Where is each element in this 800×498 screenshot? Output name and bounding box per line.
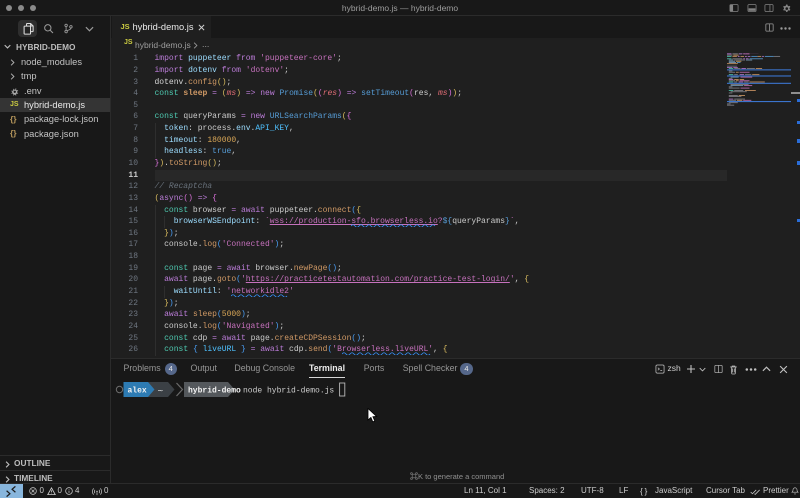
svg-text:hybrid-demo: hybrid-demo bbox=[188, 387, 241, 396]
svg-text:node hybrid-demo.js: node hybrid-demo.js bbox=[243, 387, 334, 396]
svg-text:~: ~ bbox=[158, 386, 164, 397]
svg-text:alex: alex bbox=[128, 387, 147, 396]
